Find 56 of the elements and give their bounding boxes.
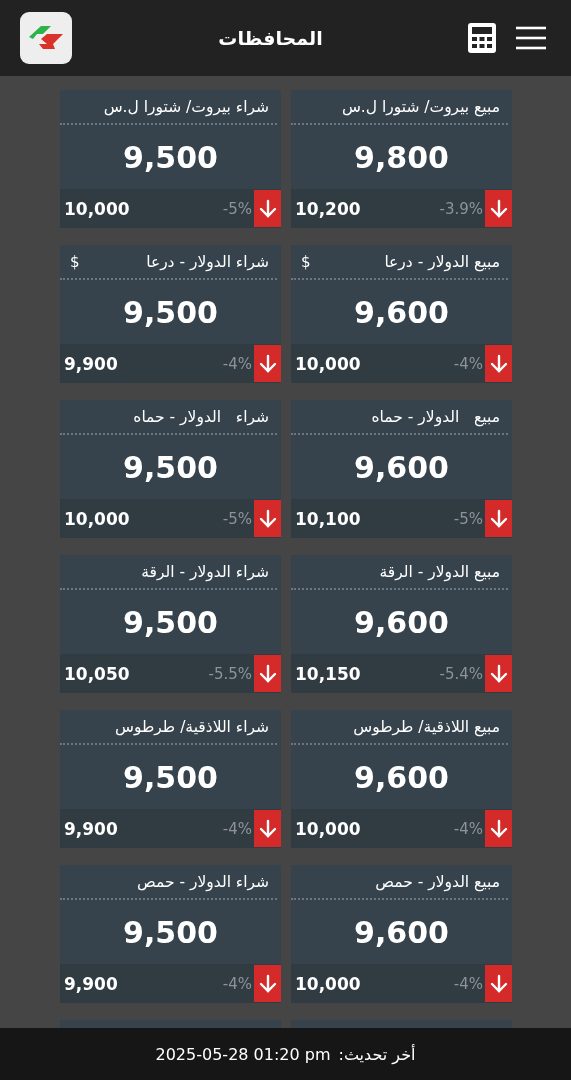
change-percent: -5% [222,509,252,528]
rate-title: شراء الدولار - حماه [133,407,269,426]
app-logo-icon[interactable] [20,12,72,64]
rate-value: 9,600 [353,603,450,642]
currency-symbol: $ [301,252,311,271]
previous-value: 10,150 [295,663,361,684]
rate-title: مبيع الدولار - حماه [371,407,500,426]
rate-title: مبيع الدولار - حمص [375,872,500,891]
change-percent: -4% [453,974,483,993]
previous-value: 10,000 [295,973,361,994]
rate-value: 9,600 [353,913,450,952]
rate-value: 9,600 [353,293,450,332]
previous-value: 9,900 [64,818,118,839]
previous-value: 10,050 [64,663,130,684]
change-percent: -4% [222,819,252,838]
update-time: 2025-05-28 01:20 pm [155,1044,331,1064]
rate-title: شراء الدولار - حمص [137,872,269,891]
previous-value: 10,000 [295,353,361,374]
rate-title: مبيع الدولار - درعا [384,252,500,271]
change-percent: -4% [222,974,252,993]
previous-value: 10,100 [295,508,361,529]
change-percent: -4% [453,354,483,373]
change-percent: -3.9% [439,199,483,218]
change-percent: -5% [453,509,483,528]
rate-value: 9,500 [122,293,219,332]
rate-title: شراء اللاذقية/ طرطوس [115,717,269,736]
rate-value: 9,500 [122,448,219,487]
change-percent: -4% [453,819,483,838]
rate-value: 9,500 [122,758,219,797]
change-percent: -5.5% [208,664,252,683]
previous-value: 10,200 [295,198,361,219]
update-label: أخر تحديث: [338,1044,416,1064]
rate-value: 9,500 [122,603,219,642]
rate-title: شراء الدولار - درعا [146,252,269,271]
currency-symbol: $ [70,252,80,271]
rate-value: 9,500 [122,913,219,952]
page-title: المحافظات [217,27,324,49]
rate-title: مبيع اللاذقية/ طرطوس [353,717,500,736]
calculator-icon[interactable] [467,22,497,54]
change-percent: -5.4% [439,664,483,683]
rate-value: 9,600 [353,448,450,487]
change-percent: -4% [222,354,252,373]
rate-value: 9,800 [353,138,450,177]
previous-value: 10,000 [64,198,130,219]
previous-value: 10,000 [295,818,361,839]
change-percent: -5% [222,199,252,218]
rate-title: مبيع بيروت/ شتورا ل.س [341,97,500,116]
rate-value: 9,600 [353,758,450,797]
rate-title: شراء الدولار - الرقة [141,562,269,581]
rate-value: 9,500 [122,138,219,177]
previous-value: 9,900 [64,353,118,374]
menu-icon[interactable] [515,26,547,50]
rate-title: مبيع الدولار - الرقة [379,562,500,581]
previous-value: 10,000 [64,508,130,529]
previous-value: 9,900 [64,973,118,994]
rate-title: شراء بيروت/ شتورا ل.س [103,97,269,116]
